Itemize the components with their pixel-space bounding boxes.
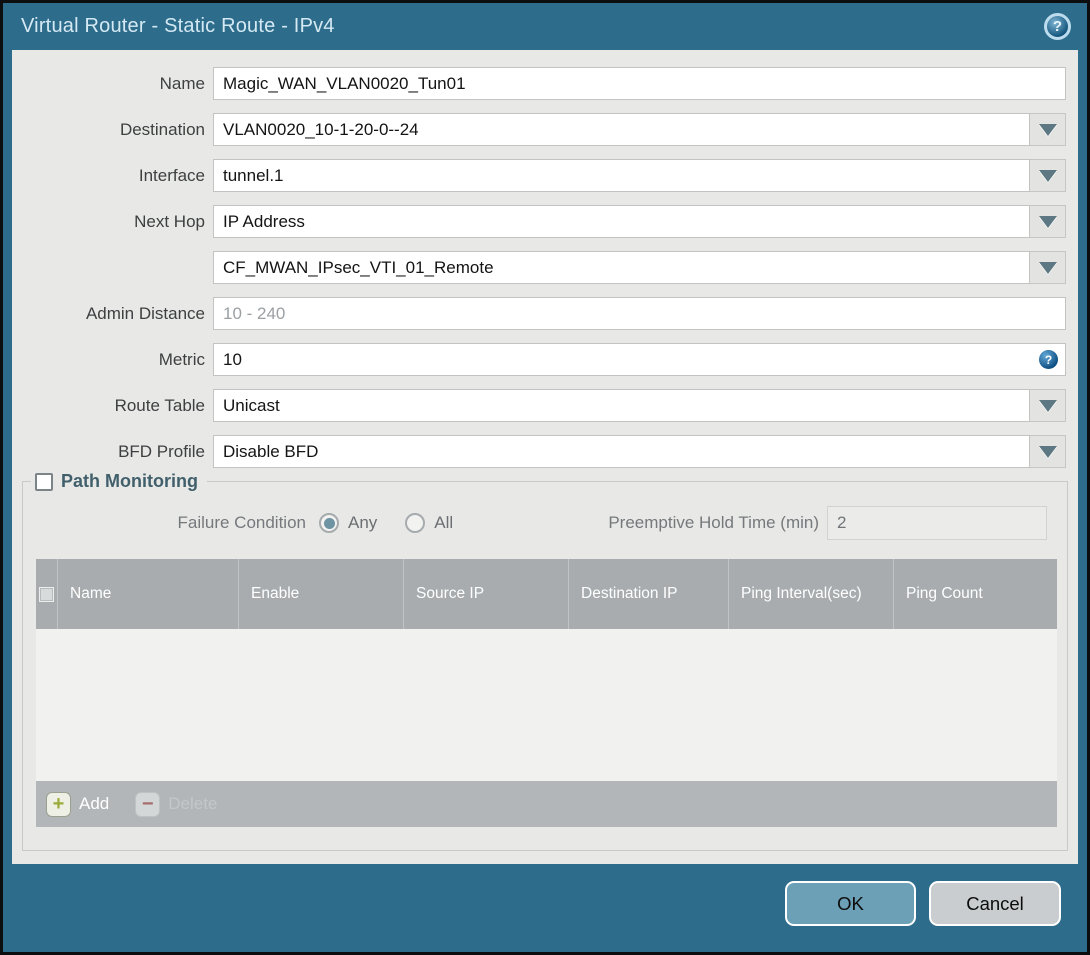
any-radio-label: Any xyxy=(348,513,378,532)
next-hop-type-input[interactable] xyxy=(213,205,1030,238)
path-monitoring-legend: Path Monitoring xyxy=(31,471,207,492)
help-icon[interactable]: ? xyxy=(1044,13,1071,40)
form-row-interface: Interface xyxy=(12,159,1066,192)
form-row-name: Name xyxy=(12,67,1066,100)
chevron-down-icon xyxy=(1038,445,1057,458)
delete-button-label: Delete xyxy=(168,794,218,813)
bfd-profile-input[interactable] xyxy=(213,435,1030,468)
column-header-source-ip[interactable]: Source IP xyxy=(404,559,569,629)
dialog-title: Virtual Router - Static Route - IPv4 xyxy=(21,15,335,37)
form-row-next-hop: Next Hop xyxy=(12,205,1066,238)
table-toolbar: + Add − Delete xyxy=(36,781,1057,827)
interface-input[interactable] xyxy=(213,159,1030,192)
column-header-ping-count[interactable]: Ping Count xyxy=(894,559,1057,629)
interface-label: Interface xyxy=(138,165,205,185)
admin-distance-input[interactable] xyxy=(213,297,1066,330)
all-radio-label: All xyxy=(434,513,454,532)
bfd-profile-label: BFD Profile xyxy=(118,441,205,461)
next-hop-dropdown-button[interactable] xyxy=(1030,205,1066,238)
next-hop-label: Next Hop xyxy=(134,211,205,231)
ok-button[interactable]: OK xyxy=(785,881,916,926)
chevron-down-icon xyxy=(1038,261,1057,274)
destination-input[interactable] xyxy=(213,113,1030,146)
add-button-label: Add xyxy=(79,794,110,813)
dialog-titlebar: Virtual Router - Static Route - IPv4 ? xyxy=(3,3,1087,50)
static-route-dialog: Virtual Router - Static Route - IPv4 ? N… xyxy=(0,0,1090,955)
failure-condition-all-radio[interactable]: All xyxy=(405,513,453,533)
column-header-destination-ip[interactable]: Destination IP xyxy=(569,559,729,629)
chevron-down-icon xyxy=(1038,399,1057,412)
select-all-checkbox[interactable] xyxy=(39,586,54,602)
radio-unselected-icon xyxy=(405,513,426,533)
plus-icon: + xyxy=(46,791,71,817)
column-header-ping-interval[interactable]: Ping Interval(sec) xyxy=(729,559,894,629)
path-monitoring-table: Name Enable Source IP Destination IP Pin… xyxy=(36,559,1057,827)
column-header-name[interactable]: Name xyxy=(58,559,239,629)
table-body-empty xyxy=(36,629,1057,781)
radio-selected-icon xyxy=(319,513,339,533)
preemptive-hold-group: Preemptive Hold Time (min) xyxy=(608,506,1047,540)
delete-button[interactable]: − Delete xyxy=(135,791,218,817)
form-row-next-hop-address xyxy=(12,251,1066,284)
form-row-destination: Destination xyxy=(12,113,1066,146)
destination-dropdown-button[interactable] xyxy=(1030,113,1066,146)
column-header-enable[interactable]: Enable xyxy=(239,559,404,629)
destination-label: Destination xyxy=(119,119,205,139)
failure-condition-label: Failure Condition xyxy=(177,513,306,532)
path-monitoring-checkbox[interactable] xyxy=(35,472,53,491)
minus-icon: − xyxy=(135,791,161,817)
preemptive-hold-input[interactable] xyxy=(827,506,1047,540)
next-hop-address-dropdown-button[interactable] xyxy=(1030,251,1066,284)
chevron-down-icon xyxy=(1038,123,1057,136)
path-monitoring-title: Path Monitoring xyxy=(61,471,198,491)
name-input[interactable] xyxy=(213,67,1066,100)
name-label: Name xyxy=(159,73,205,93)
metric-help-icon[interactable]: ? xyxy=(1039,350,1058,369)
route-table-input[interactable] xyxy=(213,389,1030,422)
metric-input[interactable] xyxy=(213,343,1066,376)
admin-distance-label: Admin Distance xyxy=(85,303,205,323)
failure-condition-row: Failure Condition Any All Preemptive Hol… xyxy=(23,506,1067,540)
preemptive-hold-label: Preemptive Hold Time (min) xyxy=(608,513,819,532)
add-button[interactable]: + Add xyxy=(46,791,110,817)
table-header-row: Name Enable Source IP Destination IP Pin… xyxy=(36,559,1057,629)
chevron-down-icon xyxy=(1038,215,1057,228)
route-table-label: Route Table xyxy=(114,395,205,415)
dialog-content: Name Destination Interface Next Hop xyxy=(12,50,1078,864)
form-row-metric: Metric ? xyxy=(12,343,1066,376)
form-row-route-table: Route Table xyxy=(12,389,1066,422)
interface-dropdown-button[interactable] xyxy=(1030,159,1066,192)
cancel-button[interactable]: Cancel xyxy=(929,881,1061,926)
metric-label: Metric xyxy=(158,349,205,369)
form-row-bfd-profile: BFD Profile xyxy=(12,435,1066,468)
path-monitoring-section: Path Monitoring Failure Condition Any Al… xyxy=(22,471,1068,851)
dialog-footer: OK Cancel xyxy=(3,864,1087,952)
table-header-checkbox-cell xyxy=(36,559,58,629)
next-hop-address-input[interactable] xyxy=(213,251,1030,284)
route-table-dropdown-button[interactable] xyxy=(1030,389,1066,422)
chevron-down-icon xyxy=(1038,169,1057,182)
bfd-profile-dropdown-button[interactable] xyxy=(1030,435,1066,468)
form-row-admin-distance: Admin Distance xyxy=(12,297,1066,330)
failure-condition-any-radio[interactable]: Any xyxy=(319,513,377,533)
